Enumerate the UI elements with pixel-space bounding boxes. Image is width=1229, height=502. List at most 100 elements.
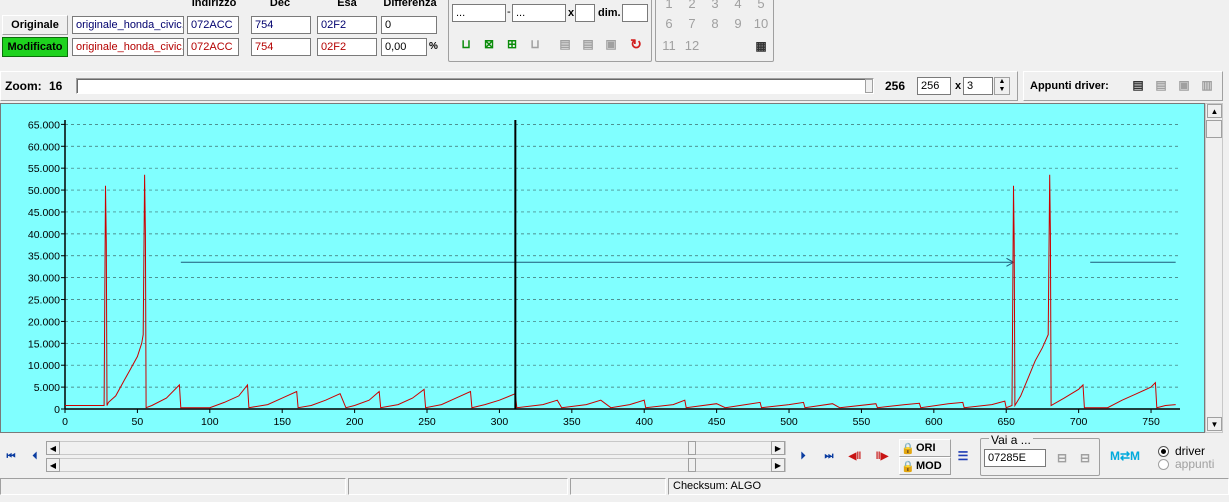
scroll-ori-left-arrow[interactable]: ◀ xyxy=(46,441,60,455)
keypad-config-icon[interactable]: ▦ xyxy=(753,38,769,54)
modificato-differenza-field[interactable]: 0,00 xyxy=(381,38,427,56)
go-next-page-button[interactable]: ⏵ xyxy=(792,445,814,467)
scroll-mod[interactable] xyxy=(46,458,786,472)
y-tick-label: 40.000 xyxy=(28,229,60,241)
range-x-label: x xyxy=(568,7,575,19)
vscroll-thumb[interactable] xyxy=(1206,120,1222,138)
x-tick-label: 550 xyxy=(853,416,871,428)
radio-appunti[interactable]: appunti xyxy=(1158,457,1214,471)
scroll-mod-thumb[interactable] xyxy=(688,458,696,472)
lock-icon: 🔒 xyxy=(901,442,915,455)
y-tick-label: 0 xyxy=(54,404,60,416)
prev-difference-button[interactable]: ◀‖ xyxy=(844,445,866,467)
appunti-paste-icon[interactable]: ▤ xyxy=(1153,77,1169,93)
x-tick-label: 100 xyxy=(201,416,219,428)
scroll-mod-left-arrow[interactable]: ◀ xyxy=(46,458,60,472)
y-tick-label: 35.000 xyxy=(28,251,60,263)
x-tick-label: 650 xyxy=(997,416,1015,428)
edit-block-icon[interactable]: ▣ xyxy=(603,36,619,52)
modificato-dec-field[interactable]: 754 xyxy=(251,38,311,56)
key-3[interactable]: 3 xyxy=(704,0,726,14)
x-tick-label: 450 xyxy=(708,416,726,428)
appunti-clear-icon[interactable]: ▥ xyxy=(1199,77,1215,93)
y-tick-label: 25.000 xyxy=(28,295,60,307)
zoom-max-label: 256 xyxy=(885,79,906,93)
scroll-ori-right-arrow[interactable]: ▶ xyxy=(771,441,785,455)
zoom-mult-field[interactable]: 3 xyxy=(963,77,993,95)
modificato-esa-field[interactable]: 02F2 xyxy=(317,38,377,56)
scroll-ori[interactable] xyxy=(46,441,786,455)
vscroll-up-arrow[interactable]: ▲ xyxy=(1207,104,1222,118)
compare-flag-icon[interactable]: ☰ xyxy=(955,448,971,464)
undo-icon[interactable]: ↻ xyxy=(628,36,644,52)
zoom-x-label: x xyxy=(955,80,962,92)
x-tick-label: 500 xyxy=(780,416,798,428)
next-difference-button[interactable]: ‖▶ xyxy=(871,445,893,467)
key-6[interactable]: 6 xyxy=(658,14,680,34)
key-8[interactable]: 8 xyxy=(704,14,726,34)
originale-dec-field[interactable]: 754 xyxy=(251,16,311,34)
radio-driver-dot[interactable] xyxy=(1158,445,1169,457)
key-11[interactable]: 11 xyxy=(658,36,680,56)
range-from-field[interactable]: ... xyxy=(452,4,506,22)
x-tick-label: 250 xyxy=(418,416,436,428)
key-5[interactable]: 5 xyxy=(750,0,772,14)
header-indirizzo: Indirizzo xyxy=(191,0,237,9)
select-range-disabled-icon[interactable]: ⊔ xyxy=(527,36,543,52)
vai-address-field[interactable]: 07285E xyxy=(984,449,1046,467)
zoom-field[interactable]: 256 xyxy=(917,77,951,95)
range-to-field[interactable]: ... xyxy=(512,4,566,22)
range-x-field[interactable] xyxy=(575,4,595,22)
originale-differenza-field[interactable]: 0 xyxy=(381,16,437,34)
key-9[interactable]: 9 xyxy=(727,14,749,34)
modificato-button[interactable]: Modificato xyxy=(2,37,68,57)
mod-label: MOD xyxy=(916,460,942,472)
key-12[interactable]: 12 xyxy=(681,36,703,56)
zoom-slider[interactable] xyxy=(76,78,874,94)
chart[interactable]: 0 5.000 10.000 15.000 20.000 25.000 30.000 35.0… xyxy=(0,103,1205,433)
radio-appunti-label: appunti xyxy=(1175,457,1215,471)
originale-esa-field[interactable]: 02F2 xyxy=(317,16,377,34)
key-10[interactable]: 10 xyxy=(750,14,772,34)
copy-block-icon[interactable]: ▤ xyxy=(557,36,573,52)
vai-go-right-icon[interactable]: ⊟ xyxy=(1077,450,1093,466)
range-dim-field[interactable] xyxy=(622,4,648,22)
key-1[interactable]: 1 xyxy=(658,0,680,14)
select-range-icon[interactable]: ⊔ xyxy=(458,36,474,52)
key-4[interactable]: 4 xyxy=(727,0,749,14)
vscroll-down-arrow[interactable]: ▼ xyxy=(1207,417,1222,431)
header-dec: Dec xyxy=(269,0,291,9)
y-tick-label: 30.000 xyxy=(28,273,60,285)
modificato-file-field[interactable]: originale_honda_civic. xyxy=(72,38,184,56)
ori-button[interactable]: 🔒 ORI xyxy=(899,439,951,457)
paste-block-icon[interactable]: ▤ xyxy=(580,36,596,52)
go-prev-page-button[interactable]: ⏴ xyxy=(24,445,46,467)
originale-indirizzo-field[interactable]: 072ACC xyxy=(187,16,239,34)
go-last-button[interactable]: ⏭ xyxy=(818,445,840,467)
zoom-mult-spinner[interactable]: ▲ ▼ xyxy=(994,77,1010,95)
key-2[interactable]: 2 xyxy=(681,0,703,14)
modificato-indirizzo-field[interactable]: 072ACC xyxy=(187,38,239,56)
scroll-ori-thumb[interactable] xyxy=(688,441,696,455)
vai-go-left-icon[interactable]: ⊟ xyxy=(1054,450,1070,466)
appunti-edit-icon[interactable]: ▣ xyxy=(1176,77,1192,93)
chart-vscrollbar[interactable] xyxy=(1205,103,1223,433)
zoom-slider-thumb[interactable] xyxy=(865,79,873,93)
select-range-h-icon[interactable]: ⊞ xyxy=(504,36,520,52)
scroll-mod-right-arrow[interactable]: ▶ xyxy=(771,458,785,472)
x-tick-label: 400 xyxy=(635,416,653,428)
originale-button[interactable]: Originale xyxy=(2,15,68,35)
key-7[interactable]: 7 xyxy=(681,14,703,34)
x-tick-label: 0 xyxy=(62,416,68,428)
y-tick-label: 65.000 xyxy=(28,119,60,131)
radio-appunti-dot[interactable] xyxy=(1158,458,1169,470)
originale-file-field[interactable]: originale_honda_civic. xyxy=(72,16,184,34)
status-panel-1 xyxy=(0,478,346,495)
swap-arrows-icon[interactable]: M⇄M xyxy=(1110,449,1140,463)
appunti-copy-icon[interactable]: ▤ xyxy=(1130,77,1146,93)
select-range-x-icon[interactable]: ⊠ xyxy=(481,36,497,52)
radio-driver[interactable]: driver xyxy=(1158,444,1205,458)
go-first-button[interactable]: ⏮ xyxy=(0,445,22,467)
mod-button[interactable]: 🔒 MOD xyxy=(899,457,951,475)
x-tick-label: 50 xyxy=(132,416,144,428)
